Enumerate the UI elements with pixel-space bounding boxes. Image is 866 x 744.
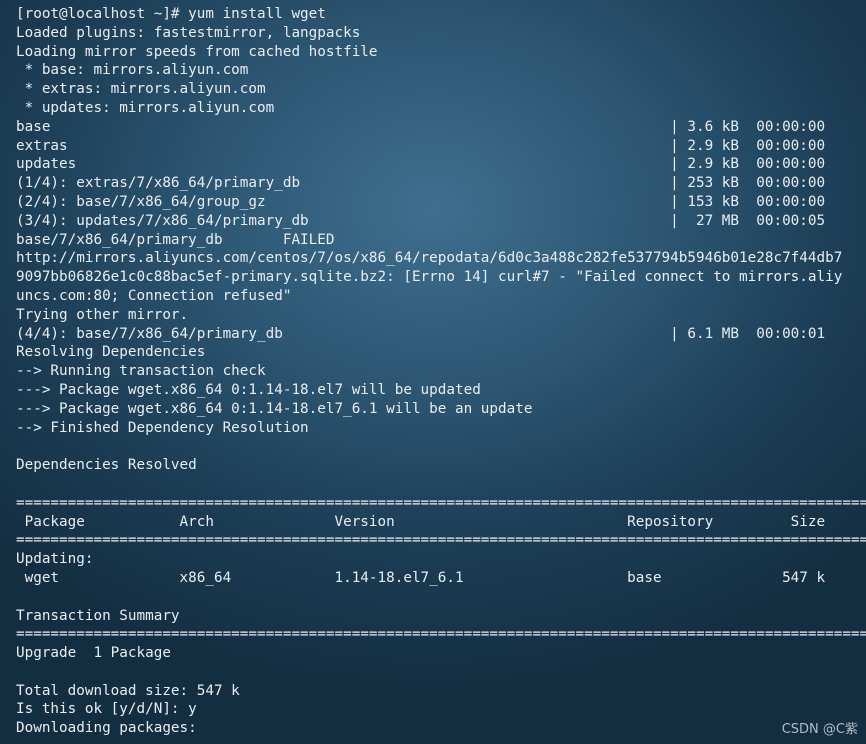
terminal-line: base | 3.6 kB 00:00:00: [16, 118, 826, 135]
csdn-watermark: CSDN @C紫: [781, 722, 858, 737]
terminal-line: * extras: mirrors.aliyun.com: [16, 81, 266, 98]
terminal-line: (4/4): base/7/x86_64/primary_db | 6.1 MB…: [16, 325, 826, 342]
terminal-line: http://mirrors.aliyuncs.com/centos/7/os/…: [16, 250, 843, 267]
terminal-line: Transaction Summary: [16, 607, 180, 624]
terminal-line: updates | 2.9 kB 00:00:00: [16, 156, 826, 173]
terminal-line: (2/4): base/7/x86_64/group_gz | 153 kB 0…: [16, 193, 826, 210]
terminal-line: ========================================…: [16, 626, 866, 643]
terminal-line: * base: mirrors.aliyun.com: [16, 62, 249, 79]
terminal-line: ---> Package wget.x86_64 0:1.14-18.el7 w…: [16, 381, 481, 398]
terminal-line: Downloading packages:: [16, 720, 197, 737]
terminal-line: Upgrade 1 Package: [16, 645, 171, 662]
terminal-line: extras | 2.9 kB 00:00:00: [16, 137, 826, 154]
terminal-line: Updating:: [16, 551, 94, 568]
terminal-line: 9097bb06826e1c0c88bac5ef-primary.sqlite.…: [16, 269, 843, 286]
terminal-output[interactable]: [root@localhost ~]# yum install wget Load…: [16, 5, 866, 738]
terminal-line: Dependencies Resolved: [16, 457, 197, 474]
terminal-line: Trying other mirror.: [16, 306, 189, 323]
terminal-line: base/7/x86_64/primary_db FAILED: [16, 231, 335, 248]
terminal-line: wget x86_64 1.14-18.el7_6.1 base 547 k: [16, 569, 826, 586]
terminal-line: Total download size: 547 k: [16, 682, 240, 699]
terminal-line: --> Finished Dependency Resolution: [16, 419, 309, 436]
terminal-line: ========================================…: [16, 494, 866, 511]
terminal-line: --> Running transaction check: [16, 363, 266, 380]
terminal-line: (3/4): updates/7/x86_64/primary_db | 27 …: [16, 212, 826, 229]
terminal-line: [root@localhost ~]# yum install wget: [16, 6, 326, 22]
terminal-line: * updates: mirrors.aliyun.com: [16, 99, 275, 116]
terminal-line: (1/4): extras/7/x86_64/primary_db | 253 …: [16, 175, 826, 192]
terminal-line: Loaded plugins: fastestmirror, langpacks: [16, 24, 361, 41]
terminal-line: ========================================…: [16, 532, 866, 549]
terminal-line: Package Arch Version Repository Size: [16, 513, 826, 530]
terminal-line: Loading mirror speeds from cached hostfi…: [16, 43, 378, 60]
terminal-line: uncs.com:80; Connection refused": [16, 287, 292, 304]
terminal-line: ---> Package wget.x86_64 0:1.14-18.el7_6…: [16, 400, 533, 417]
terminal-line: Is this ok [y/d/N]: y: [16, 701, 197, 718]
terminal-line: Resolving Dependencies: [16, 344, 206, 361]
